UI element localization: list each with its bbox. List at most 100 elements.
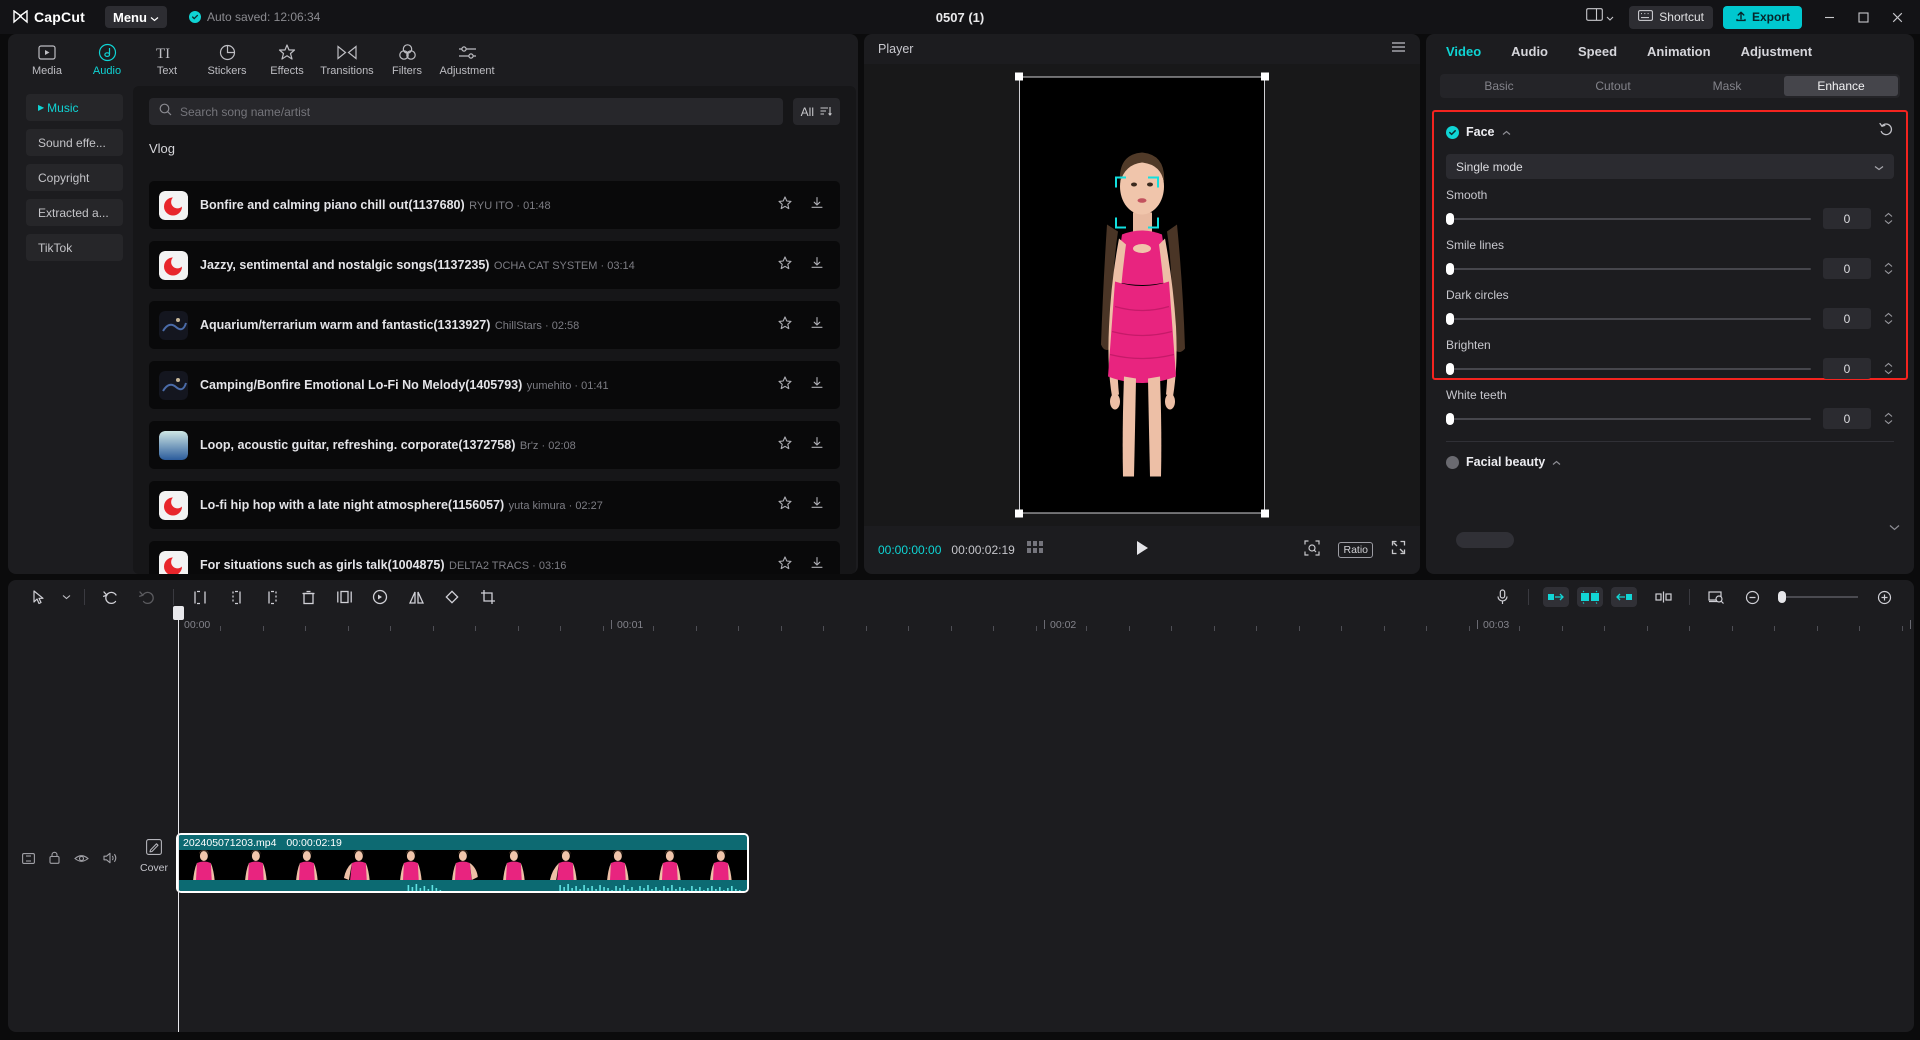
freeze-frame-button[interactable] bbox=[326, 580, 362, 614]
export-button[interactable]: Export bbox=[1723, 6, 1802, 29]
category-tiktok[interactable]: TikTok bbox=[26, 234, 123, 261]
mirror-button[interactable] bbox=[398, 580, 434, 614]
trim-start-button[interactable] bbox=[218, 580, 254, 614]
cover-button[interactable]: Cover bbox=[136, 836, 172, 876]
select-tool-button[interactable] bbox=[20, 580, 56, 614]
nav-tab-effects[interactable]: Effects bbox=[258, 40, 316, 77]
minimize-button[interactable] bbox=[1812, 0, 1846, 34]
resize-handle-br[interactable] bbox=[1261, 510, 1269, 518]
favorite-icon[interactable] bbox=[778, 376, 792, 395]
delete-button[interactable] bbox=[290, 580, 326, 614]
slider-track[interactable] bbox=[1446, 413, 1811, 425]
volume-icon[interactable] bbox=[103, 851, 117, 869]
face-mode-select[interactable]: Single mode bbox=[1446, 154, 1894, 179]
rotate-button[interactable] bbox=[434, 580, 470, 614]
frames-icon[interactable] bbox=[1027, 541, 1044, 559]
timeline-playhead[interactable] bbox=[178, 614, 179, 1032]
collapse-caret-icon[interactable] bbox=[1502, 123, 1511, 141]
zoom-fit-icon[interactable] bbox=[1304, 540, 1320, 561]
slider-value[interactable]: 0 bbox=[1823, 208, 1871, 229]
track-fit-icon[interactable] bbox=[22, 851, 35, 869]
category-music[interactable]: ▶ Music bbox=[26, 94, 123, 121]
favorite-icon[interactable] bbox=[778, 316, 792, 335]
slider-knob[interactable] bbox=[1446, 413, 1454, 425]
redo-button[interactable] bbox=[129, 580, 165, 614]
face-toggle-checkbox[interactable] bbox=[1446, 126, 1459, 139]
zoom-slider-knob[interactable] bbox=[1778, 591, 1786, 603]
favorite-icon[interactable] bbox=[778, 196, 792, 215]
video-preview[interactable] bbox=[1019, 77, 1265, 514]
ratio-button[interactable]: Ratio bbox=[1338, 542, 1373, 558]
footer-action-pill[interactable] bbox=[1456, 532, 1514, 548]
slider-knob[interactable] bbox=[1446, 213, 1454, 225]
favorite-icon[interactable] bbox=[778, 256, 792, 275]
slider-knob[interactable] bbox=[1446, 363, 1454, 375]
category-sound-effects[interactable]: Sound effe... bbox=[26, 129, 123, 156]
zoom-in-button[interactable] bbox=[1866, 580, 1902, 614]
nav-tab-audio[interactable]: Audio bbox=[78, 40, 136, 77]
slider-stepper[interactable] bbox=[1883, 212, 1894, 225]
slider-stepper[interactable] bbox=[1883, 312, 1894, 325]
category-copyright[interactable]: Copyright bbox=[26, 164, 123, 191]
category-extracted-audio[interactable]: Extracted a... bbox=[26, 199, 123, 226]
select-tool-dropdown[interactable] bbox=[56, 580, 76, 614]
zoom-out-button[interactable] bbox=[1734, 580, 1770, 614]
search-box[interactable] bbox=[149, 98, 783, 125]
playhead-grip[interactable] bbox=[173, 606, 184, 620]
song-row[interactable]: Loop, acoustic guitar, refreshing. corpo… bbox=[149, 421, 840, 469]
slider-value[interactable]: 0 bbox=[1823, 408, 1871, 429]
collapse-caret-icon[interactable] bbox=[1552, 453, 1561, 471]
timeline-video-clip[interactable]: 202405071203.mp4 00:00:02:19 bbox=[176, 833, 749, 893]
keyframe-nav-button[interactable] bbox=[1645, 580, 1681, 614]
song-list[interactable]: Bonfire and calming piano chill out(1137… bbox=[133, 181, 856, 574]
nav-tab-transitions[interactable]: Transitions bbox=[318, 40, 376, 77]
search-input[interactable] bbox=[180, 105, 773, 119]
hamburger-icon[interactable] bbox=[1391, 40, 1406, 58]
layout-button[interactable] bbox=[1581, 5, 1619, 29]
smart-cutout-button[interactable] bbox=[1577, 587, 1603, 607]
subtab-enhance[interactable]: Enhance bbox=[1784, 76, 1898, 96]
slider-track[interactable] bbox=[1446, 213, 1811, 225]
slider-stepper[interactable] bbox=[1883, 412, 1894, 425]
close-button[interactable] bbox=[1880, 0, 1914, 34]
timeline-zoom-slider[interactable] bbox=[1778, 596, 1858, 598]
tab-video[interactable]: Video bbox=[1446, 44, 1481, 59]
resize-handle-bl[interactable] bbox=[1015, 510, 1023, 518]
filter-all-button[interactable]: All bbox=[793, 98, 840, 125]
auto-reframe-button[interactable] bbox=[1611, 587, 1637, 607]
download-icon[interactable] bbox=[810, 556, 824, 575]
trim-end-button[interactable] bbox=[254, 580, 290, 614]
song-row[interactable]: Jazzy, sentimental and nostalgic songs(1… bbox=[149, 241, 840, 289]
nav-tab-media[interactable]: Media bbox=[18, 40, 76, 77]
song-row[interactable]: For situations such as girls talk(100487… bbox=[149, 541, 840, 574]
favorite-icon[interactable] bbox=[778, 556, 792, 575]
zoom-to-fit-button[interactable] bbox=[1698, 580, 1734, 614]
download-icon[interactable] bbox=[810, 316, 824, 335]
reset-icon[interactable] bbox=[1879, 122, 1894, 142]
download-icon[interactable] bbox=[810, 436, 824, 455]
timeline-ruler[interactable]: 00:00 00:01 00:02 00:03 bbox=[8, 614, 1914, 636]
tab-audio[interactable]: Audio bbox=[1511, 44, 1548, 59]
download-icon[interactable] bbox=[810, 196, 824, 215]
eye-icon[interactable] bbox=[74, 851, 89, 869]
slider-value[interactable]: 0 bbox=[1823, 358, 1871, 379]
song-row[interactable]: Lo-fi hip hop with a late night atmosphe… bbox=[149, 481, 840, 529]
slider-stepper[interactable] bbox=[1883, 262, 1894, 275]
nav-tab-adjustment[interactable]: Adjustment bbox=[438, 40, 496, 77]
tab-speed[interactable]: Speed bbox=[1578, 44, 1617, 59]
subtab-cutout[interactable]: Cutout bbox=[1556, 76, 1670, 96]
tab-animation[interactable]: Animation bbox=[1647, 44, 1711, 59]
split-button[interactable] bbox=[182, 580, 218, 614]
favorite-icon[interactable] bbox=[778, 436, 792, 455]
slider-track[interactable] bbox=[1446, 263, 1811, 275]
nav-tab-filters[interactable]: Filters bbox=[378, 40, 436, 77]
slider-knob[interactable] bbox=[1446, 313, 1454, 325]
crop-button[interactable] bbox=[470, 580, 506, 614]
shortcut-button[interactable]: Shortcut bbox=[1629, 6, 1713, 29]
lock-icon[interactable] bbox=[49, 851, 60, 869]
subtab-basic[interactable]: Basic bbox=[1442, 76, 1556, 96]
subtab-mask[interactable]: Mask bbox=[1670, 76, 1784, 96]
player-stage[interactable] bbox=[864, 64, 1420, 526]
slider-stepper[interactable] bbox=[1883, 362, 1894, 375]
auto-captions-button[interactable] bbox=[1543, 587, 1569, 607]
